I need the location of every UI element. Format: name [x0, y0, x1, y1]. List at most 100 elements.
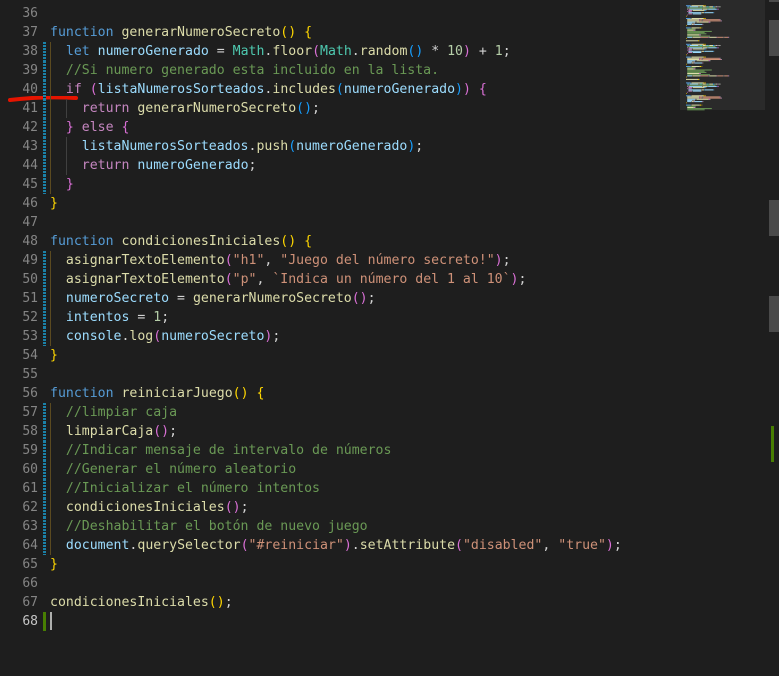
code-line[interactable]: return generarNumeroSecreto();: [50, 99, 320, 118]
code-line[interactable]: document.querySelector("#reiniciar").set…: [50, 536, 622, 555]
git-modified-indicator[interactable]: [43, 460, 46, 479]
minimap-line: [708, 8, 717, 10]
code-line[interactable]: asignarTextoElemento("h1", "Juego del nú…: [50, 251, 511, 270]
code-line[interactable]: }: [50, 194, 58, 213]
code-line[interactable]: //Inicializar el número intentos: [50, 479, 320, 498]
minimap-line: [692, 52, 701, 53]
code-line[interactable]: function reiniciarJuego() {: [50, 384, 264, 403]
code-line[interactable]: condicionesIniciales();: [50, 593, 233, 612]
git-modified-indicator[interactable]: [43, 251, 46, 270]
code-token: limpiarCaja: [65, 424, 154, 439]
minimap-line: [691, 95, 704, 97]
code-line[interactable]: //Generar el número aleatorio: [50, 460, 296, 479]
minimap-line: [686, 18, 691, 19]
git-modified-indicator[interactable]: [43, 517, 46, 536]
minimap-line: [689, 47, 690, 49]
minimap-line: [701, 50, 704, 52]
minimap-line: [688, 48, 692, 50]
minimap-line: [704, 89, 705, 91]
minimap-line: [696, 21, 709, 23]
code-line[interactable]: function condicionesIniciales() {: [50, 232, 312, 251]
code-token: (: [224, 253, 233, 268]
minimap-line: [687, 60, 695, 62]
code-line[interactable]: function generarNumeroSecreto() {: [50, 23, 312, 42]
minimap-line: [693, 101, 695, 103]
code-line[interactable]: //limpiar caja: [50, 403, 177, 422]
minimap-line: [708, 98, 710, 100]
git-modified-indicator[interactable]: [43, 42, 46, 61]
code-line[interactable]: condicionesIniciales();: [50, 498, 249, 517]
code-text-area[interactable]: function generarNumeroSecreto() { let nu…: [50, 0, 680, 676]
git-modified-indicator[interactable]: [43, 422, 46, 441]
git-modified-indicator[interactable]: [43, 289, 46, 308]
indent-guide: [50, 175, 51, 194]
code-line[interactable]: //Si numero generado esta incluido en la…: [50, 61, 439, 80]
minimap-line: [717, 36, 724, 38]
code-line[interactable]: if (listaNumerosSorteados.includes(numer…: [50, 80, 487, 99]
vertical-scrollbar[interactable]: [765, 0, 779, 676]
git-modified-indicator[interactable]: [43, 327, 46, 346]
code-line[interactable]: listaNumerosSorteados.push(numeroGenerad…: [50, 137, 423, 156]
git-modified-indicator[interactable]: [43, 498, 46, 517]
minimap-line: [704, 9, 706, 11]
indent-guide: [50, 422, 51, 441]
minimap-line: [708, 36, 709, 38]
git-modified-indicator[interactable]: [43, 61, 46, 80]
minimap-line: [709, 75, 717, 77]
code-line[interactable]: }: [50, 346, 58, 365]
minimap-line: [687, 36, 692, 38]
minimap-line: [701, 13, 702, 15]
minimap-line: [687, 105, 696, 107]
git-modified-indicator[interactable]: [43, 137, 46, 156]
minimap-line: [719, 83, 721, 85]
git-modified-indicator[interactable]: [43, 308, 46, 327]
code-line[interactable]: }: [50, 175, 74, 194]
code-line[interactable]: //Indicar mensaje de intervalo de número…: [50, 441, 392, 460]
code-token: (): [280, 234, 297, 249]
minimap-line: [687, 97, 700, 99]
code-editor[interactable]: 36 37 38 39 40 41 42 43 44 45 46 47 48 49 50 51 52 53 54 55…: [0, 0, 779, 676]
git-modified-indicator[interactable]: [43, 403, 46, 422]
minimap-line: [687, 91, 688, 93]
git-modified-indicator[interactable]: [43, 118, 46, 137]
code-line[interactable]: //Deshabilitar el botón de nuevo juego: [50, 517, 368, 536]
code-line[interactable]: console.log(numeroSecreto);: [50, 327, 280, 346]
code-line[interactable]: } else {: [50, 118, 130, 137]
minimap[interactable]: [680, 0, 765, 676]
git-modified-indicator[interactable]: [43, 536, 46, 555]
code-line[interactable]: numeroSecreto = generarNumeroSecreto();: [50, 289, 376, 308]
code-line[interactable]: asignarTextoElemento("p", `Indica un núm…: [50, 270, 527, 289]
code-line[interactable]: return numeroGenerado;: [50, 156, 257, 175]
code-token: }: [65, 120, 74, 135]
minimap-line: [705, 48, 707, 50]
minimap-line: [705, 9, 707, 11]
git-added-indicator[interactable]: [43, 612, 46, 631]
git-modified-indicator[interactable]: [43, 99, 46, 118]
minimap-line: [699, 20, 702, 22]
minimap-line: [717, 45, 720, 46]
git-modified-indicator[interactable]: [43, 479, 46, 498]
minimap-line: [719, 57, 721, 59]
minimap-line: [695, 107, 696, 108]
code-line[interactable]: intentos = 1;: [50, 308, 169, 327]
minimap-line: [703, 43, 705, 45]
code-line[interactable]: let numeroGenerado = Math.floor(Math.ran…: [50, 42, 511, 61]
minimap-line: [723, 75, 725, 77]
code-line[interactable]: limpiarCaja();: [50, 422, 177, 441]
minimap-line: [699, 83, 703, 85]
code-token: ;: [502, 253, 511, 268]
minimap-line: [693, 22, 695, 24]
git-modified-indicator[interactable]: [43, 156, 46, 175]
git-modified-indicator[interactable]: [43, 175, 46, 194]
git-modified-indicator[interactable]: [43, 270, 46, 289]
git-modified-indicator[interactable]: [43, 441, 46, 460]
code-line[interactable]: }: [50, 555, 58, 574]
minimap-line: [694, 23, 703, 25]
minimap-line: [691, 88, 692, 90]
scrollbar-overview-mark: [769, 296, 779, 332]
git-modified-indicator[interactable]: [43, 80, 46, 99]
minimap-line: [699, 96, 703, 98]
minimap-line: [705, 5, 706, 7]
